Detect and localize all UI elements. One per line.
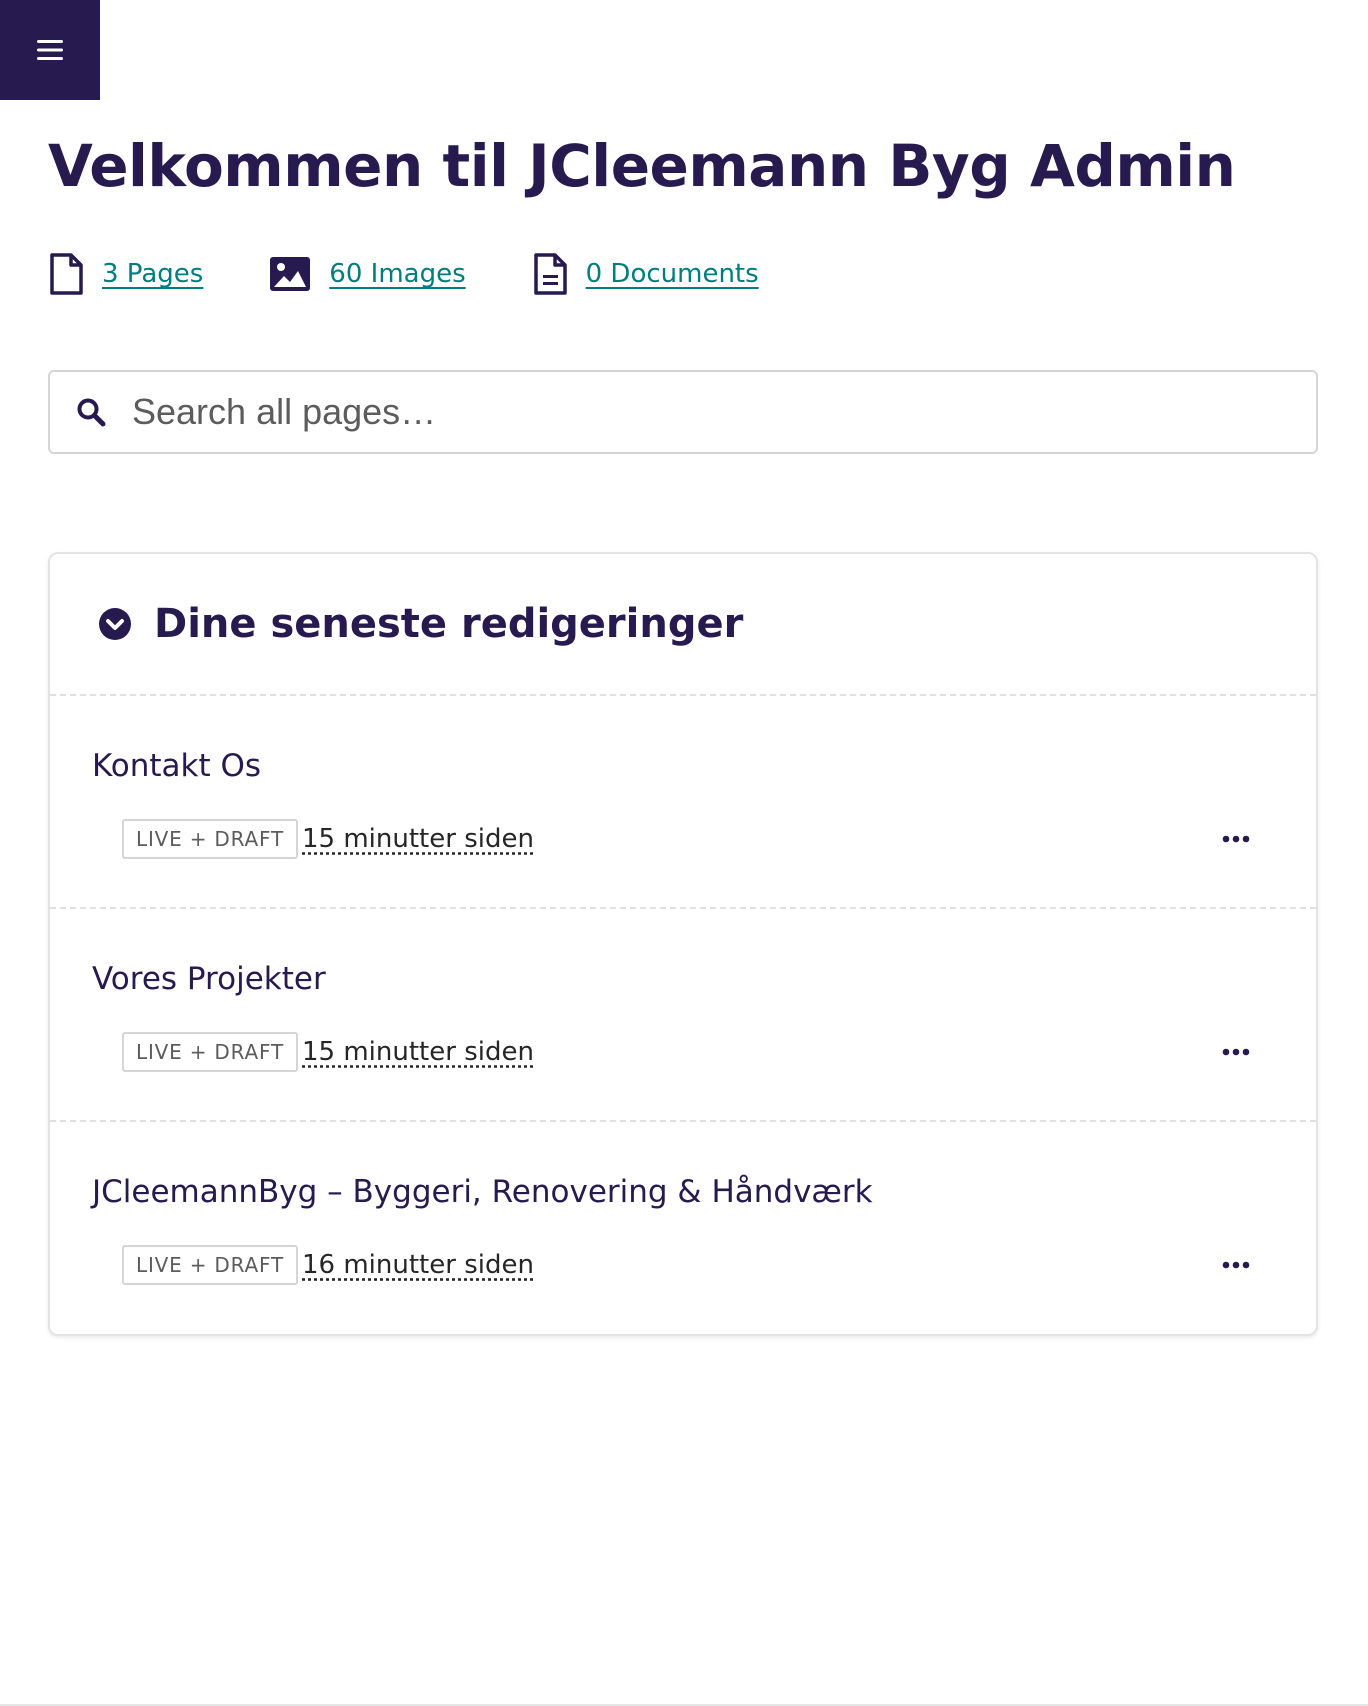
status-badge: LIVE + DRAFT	[122, 1245, 298, 1285]
hamburger-menu-icon	[37, 40, 63, 60]
status-badge: LIVE + DRAFT	[122, 1032, 298, 1072]
more-actions-button[interactable]	[1216, 824, 1256, 854]
recent-edits-header[interactable]: Dine seneste redigeringer	[50, 554, 1316, 696]
list-item: Vores Projekter LIVE + DRAFT 15 minutter…	[50, 909, 1316, 1122]
edit-timestamp: 16 minutter siden	[302, 1250, 534, 1280]
image-icon	[270, 257, 311, 291]
search-icon[interactable]	[76, 397, 106, 427]
page-title-link[interactable]: Vores Projekter	[92, 961, 326, 997]
search-input[interactable]	[132, 391, 1316, 433]
status-badge: LIVE + DRAFT	[122, 819, 298, 859]
edit-timestamp: 15 minutter siden	[302, 1037, 534, 1067]
list-item: Kontakt Os LIVE + DRAFT 15 minutter side…	[50, 696, 1316, 909]
ellipsis-icon	[1222, 1048, 1250, 1056]
stat-images: 60 Images	[269, 256, 466, 292]
summary-stats: 3 Pages 60 Images 0 Documents	[48, 252, 825, 296]
stat-documents: 0 Documents	[532, 252, 759, 296]
ellipsis-icon	[1222, 835, 1250, 843]
chevron-down-circle-icon[interactable]	[98, 607, 132, 641]
recent-edits-title: Dine seneste redigeringer	[154, 601, 744, 647]
menu-toggle-button[interactable]	[0, 0, 100, 100]
page-title-link[interactable]: Kontakt Os	[92, 748, 261, 784]
pages-count-link[interactable]: 3 Pages	[102, 259, 203, 289]
search-bar	[48, 370, 1318, 454]
document-icon	[533, 253, 567, 295]
edit-timestamp: 15 minutter siden	[302, 824, 534, 854]
page-title-link[interactable]: JCleemannByg – Byggeri, Renovering & Hån…	[92, 1174, 873, 1210]
recent-edits-panel: Dine seneste redigeringer Kontakt Os LIV…	[48, 552, 1318, 1336]
page-icon	[50, 253, 83, 295]
images-count-link[interactable]: 60 Images	[329, 259, 465, 289]
list-item: JCleemannByg – Byggeri, Renovering & Hån…	[50, 1122, 1316, 1335]
page-title: Velkommen til JCleemann Byg Admin	[48, 132, 1236, 200]
more-actions-button[interactable]	[1216, 1037, 1256, 1067]
ellipsis-icon	[1222, 1261, 1250, 1269]
more-actions-button[interactable]	[1216, 1250, 1256, 1280]
documents-count-link[interactable]: 0 Documents	[586, 259, 759, 289]
stat-pages: 3 Pages	[48, 252, 203, 296]
